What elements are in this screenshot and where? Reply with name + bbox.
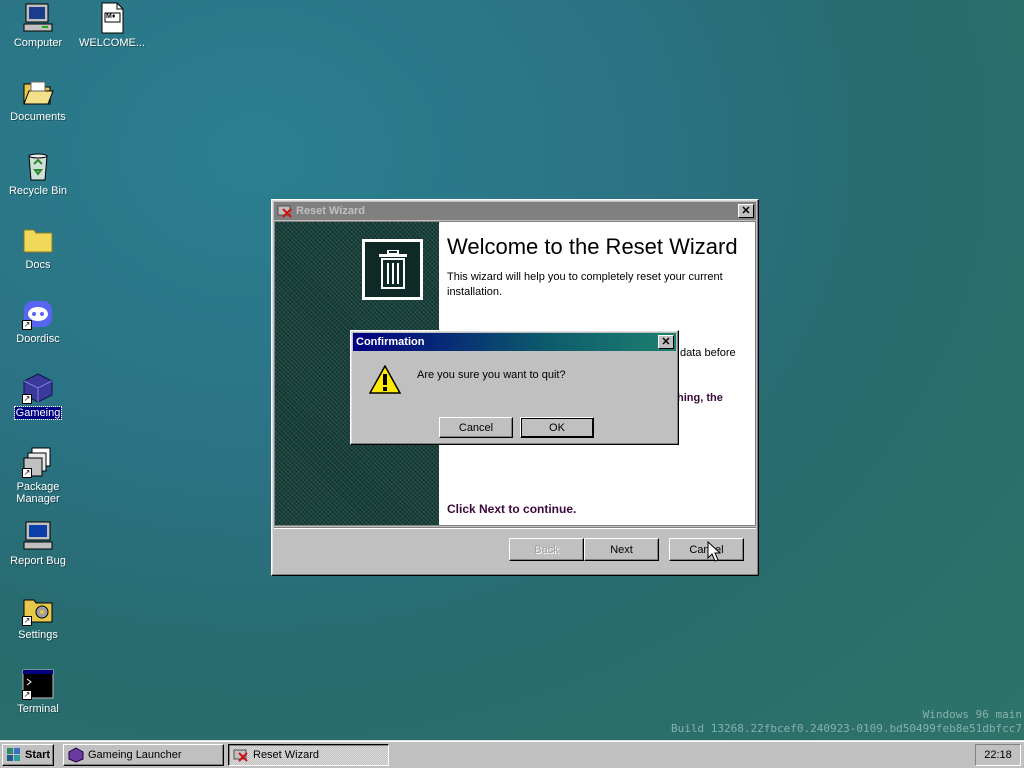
taskbar: Start Gameing Launcher Reset Wizard 22:1… bbox=[0, 740, 1024, 768]
clock-text: 22:18 bbox=[984, 749, 1012, 761]
shortcut-arrow-icon: ↗ bbox=[22, 468, 32, 478]
wizard-close-button[interactable]: ✕ bbox=[738, 204, 754, 218]
reset-wizard-title: Reset Wizard bbox=[296, 205, 365, 217]
desktop-icon-report-bug[interactable]: Report Bug bbox=[0, 520, 76, 567]
warning-icon bbox=[368, 364, 402, 398]
desktop-icon-label: Docs bbox=[25, 259, 51, 271]
open-folder-icon bbox=[22, 76, 54, 108]
wizard-heading: Welcome to the Reset Wizard bbox=[447, 234, 738, 259]
shortcut-arrow-icon: ↗ bbox=[22, 394, 32, 404]
package-icon: ↗ bbox=[22, 446, 54, 478]
next-button[interactable]: Next bbox=[584, 538, 659, 561]
desktop-icon-label: WELCOME... bbox=[78, 37, 145, 49]
confirmation-title: Confirmation bbox=[356, 336, 425, 348]
confirm-ok-button[interactable]: OK bbox=[520, 417, 594, 438]
desktop-icon-gameing[interactable]: ↗ Gameing bbox=[0, 372, 76, 420]
confirmation-dialog: Confirmation ✕ Are you sure you want to … bbox=[350, 330, 679, 445]
desktop-icon-computer[interactable]: Computer bbox=[0, 2, 76, 49]
reset-icon bbox=[277, 204, 293, 218]
confirm-ok-label: OK bbox=[549, 421, 565, 434]
desktop-icon-label: Report Bug bbox=[10, 555, 66, 567]
cube-icon: ↗ bbox=[22, 372, 54, 404]
watermark-line-2: Build 13268.22fbcef0.240923-0109.bd50499… bbox=[671, 722, 1022, 735]
desktop-icon-settings[interactable]: ↗ Settings bbox=[0, 594, 76, 641]
back-button[interactable]: Back bbox=[509, 538, 584, 561]
shortcut-arrow-icon: ↗ bbox=[22, 320, 32, 330]
cube-icon bbox=[68, 747, 84, 763]
shortcut-arrow-icon: ↗ bbox=[22, 616, 32, 626]
desktop-icon-package-manager[interactable]: ↗ Package Manager bbox=[0, 446, 76, 505]
computer-bug-icon bbox=[22, 520, 54, 552]
desktop-icon-label: Computer bbox=[13, 37, 63, 49]
confirm-cancel-button[interactable]: Cancel bbox=[439, 417, 513, 438]
reset-wizard-titlebar[interactable]: Reset Wizard ✕ bbox=[274, 202, 756, 220]
markdown-glyph: M♦ bbox=[106, 13, 116, 20]
desktop-icon-label: Settings bbox=[18, 629, 58, 641]
terminal-icon: ↗ bbox=[22, 668, 54, 700]
wizard-description: This wizard will help you to completely … bbox=[447, 271, 723, 298]
start-button[interactable]: Start bbox=[2, 744, 54, 766]
desktop-icon-welcome[interactable]: M♦ WELCOME... bbox=[74, 2, 150, 49]
wizard-content: Welcome to the Reset Wizard This wizard … bbox=[447, 232, 747, 300]
computer-icon bbox=[22, 2, 54, 34]
desktop-icon-label: Recycle Bin bbox=[8, 185, 68, 197]
start-label: Start bbox=[25, 749, 51, 761]
desktop-icon-documents[interactable]: Documents bbox=[0, 76, 76, 123]
next-button-label: Next bbox=[610, 543, 633, 556]
desktop-icon-label: Documents bbox=[10, 111, 66, 123]
confirmation-message: Are you sure you want to quit? bbox=[417, 369, 566, 381]
watermark-line-1: Windows 96 main bbox=[922, 708, 1022, 721]
desktop-icon-label: Terminal bbox=[17, 703, 59, 715]
desktop-icon-recycle-bin[interactable]: Recycle Bin bbox=[0, 150, 76, 197]
recycle-bin-icon bbox=[22, 150, 54, 182]
desktop-icon-label: Doordisc bbox=[16, 333, 60, 345]
task-reset-wizard[interactable]: Reset Wizard bbox=[228, 744, 389, 766]
confirmation-titlebar[interactable]: Confirmation ✕ bbox=[353, 333, 676, 351]
trash-icon bbox=[378, 249, 407, 289]
wizard-partial-text-1: data before bbox=[680, 347, 736, 359]
desktop-icon-label: Gameing bbox=[13, 406, 63, 420]
confirmation-close-button[interactable]: ✕ bbox=[658, 335, 674, 349]
markdown-file-icon: M♦ bbox=[96, 2, 128, 34]
settings-folder-icon: ↗ bbox=[22, 594, 54, 626]
confirm-cancel-label: Cancel bbox=[458, 421, 494, 434]
wizard-partial-text-2: hing, the bbox=[677, 392, 723, 404]
shortcut-arrow-icon: ↗ bbox=[22, 690, 32, 700]
build-watermark: Windows 96 main Build 13268.22fbcef0.240… bbox=[622, 708, 1022, 736]
wizard-trash-box bbox=[362, 239, 423, 300]
start-logo-icon bbox=[7, 748, 21, 762]
discord-icon: ↗ bbox=[22, 298, 54, 330]
system-tray-clock[interactable]: 22:18 bbox=[975, 744, 1021, 766]
task-label: Gameing Launcher bbox=[88, 749, 182, 761]
folder-icon bbox=[22, 224, 54, 256]
mouse-cursor-icon bbox=[707, 540, 722, 566]
desktop-icon-docs[interactable]: Docs bbox=[0, 224, 76, 271]
wizard-separator bbox=[274, 527, 756, 529]
task-gameing-launcher[interactable]: Gameing Launcher bbox=[63, 744, 224, 766]
reset-icon bbox=[233, 748, 249, 762]
task-label: Reset Wizard bbox=[253, 749, 320, 761]
desktop-icon-doordisc[interactable]: ↗ Doordisc bbox=[0, 298, 76, 345]
back-button-label: Back bbox=[534, 543, 559, 556]
desktop-icon-terminal[interactable]: ↗ Terminal bbox=[0, 668, 76, 715]
desktop-icon-label: Package Manager bbox=[16, 481, 60, 505]
close-icon: ✕ bbox=[741, 205, 751, 217]
close-icon: ✕ bbox=[661, 336, 671, 348]
wizard-continue-text: Click Next to continue. bbox=[447, 502, 577, 516]
